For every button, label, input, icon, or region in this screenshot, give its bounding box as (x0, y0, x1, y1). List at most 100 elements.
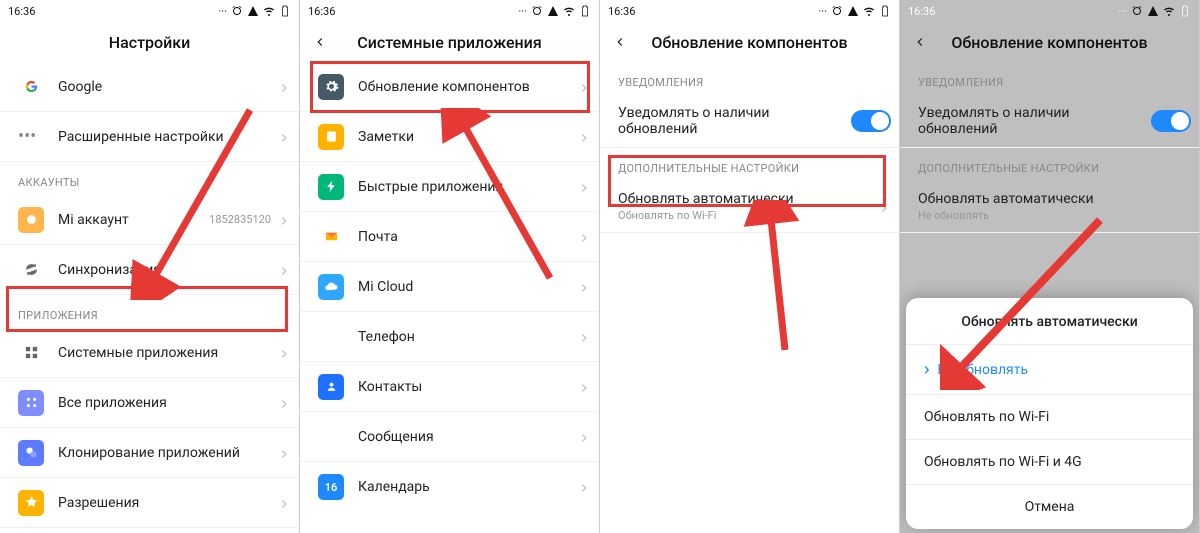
row-notify-updates[interactable]: Уведомлять о наличии обновлений (600, 95, 899, 148)
row-label: Обновлять автоматически (918, 191, 1177, 207)
battery-icon (279, 5, 291, 17)
bottom-sheet: Обновлять автоматически Не обновлять Обн… (906, 298, 1193, 529)
chevron-right-icon (277, 130, 291, 144)
row-calendar[interactable]: 16 Календарь (300, 462, 599, 512)
row-clone-apps[interactable]: Клонирование приложений (0, 428, 299, 478)
phone-icon (318, 324, 344, 350)
cancel-button[interactable]: Отмена (906, 484, 1193, 529)
row-label: Разрешения (58, 495, 277, 511)
option-wifi-4g[interactable]: Обновлять по Wi-Fi и 4G (906, 439, 1193, 484)
row-label: Почта (358, 229, 577, 245)
clock: 16:36 (608, 5, 635, 18)
chevron-right-icon (277, 396, 291, 410)
row-contacts[interactable]: Контакты (300, 362, 599, 412)
chevron-right-icon (577, 230, 591, 244)
row-permissions[interactable]: Разрешения (0, 478, 299, 528)
option-label: Не обновлять (937, 362, 1028, 378)
battery-icon (879, 5, 891, 17)
toggle-on[interactable] (851, 110, 891, 132)
statusbar: 16:36 ··· (0, 0, 299, 22)
chevron-right-icon (277, 346, 291, 360)
panel-system-apps: 16:36 ··· Системные приложения Обновлени… (300, 0, 600, 533)
titlebar: Обновление компонентов (600, 22, 899, 62)
page-title: Обновление компонентов (651, 33, 847, 52)
row-mail[interactable]: Почта (300, 212, 599, 262)
google-icon (18, 74, 44, 100)
row-sync[interactable]: Синхронизация (0, 245, 299, 295)
signal-icon (847, 5, 859, 17)
row-messages[interactable]: Сообщения (300, 412, 599, 462)
panel-settings: 16:36 ··· Настройки Google ••• Расширенн… (0, 0, 300, 533)
row-mi-account[interactable]: Mi аккаунт 1852835120 (0, 195, 299, 245)
battery-icon (1179, 5, 1191, 17)
row-label: Быстрые приложения (358, 179, 577, 195)
mail-icon (318, 224, 344, 250)
row-sublabel: Обновлять по Wi-Fi (618, 209, 877, 222)
row-app-protection[interactable]: Защита приложений (0, 528, 299, 533)
clock: 16:36 (8, 5, 35, 18)
statusbar: 16:36 ··· (900, 0, 1199, 22)
option-label: Обновлять по Wi-Fi (924, 409, 1049, 425)
row-notes[interactable]: Заметки (300, 112, 599, 162)
row-google[interactable]: Google (0, 62, 299, 112)
row-phone[interactable]: Телефон (300, 312, 599, 362)
statusbar: 16:36 ··· (300, 0, 599, 22)
signal-icon (247, 5, 259, 17)
clock: 16:36 (308, 5, 335, 18)
option-no-update[interactable]: Не обновлять (906, 344, 1193, 394)
chevron-right-icon (277, 496, 291, 510)
chevron-right-icon (1177, 200, 1191, 214)
bolt-icon (318, 174, 344, 200)
wifi-icon (263, 5, 275, 17)
panel-auto-update-dialog: 16:36 ··· Обновление компонентов УВЕДОМЛ… (900, 0, 1200, 533)
row-label: Все приложения (58, 395, 277, 411)
row-label: Mi Cloud (358, 279, 577, 295)
back-button[interactable] (910, 32, 930, 52)
section-additional: ДОПОЛНИТЕЛЬНЫЕ НАСТРОЙКИ (900, 148, 1199, 181)
page-title: Обновление компонентов (951, 33, 1147, 52)
back-button[interactable] (610, 32, 630, 52)
mi-account-icon (18, 207, 44, 233)
calendar-icon: 16 (318, 474, 344, 500)
row-label: Google (58, 79, 277, 95)
row-quick-apps[interactable]: Быстрые приложения (300, 162, 599, 212)
section-accounts: АККАУНТЫ (0, 162, 299, 195)
status-icons: ··· (1118, 5, 1191, 18)
chevron-right-icon (577, 280, 591, 294)
row-auto-update[interactable]: Обновлять автоматически Обновлять по Wi-… (600, 181, 899, 233)
row-system-apps[interactable]: Системные приложения (0, 328, 299, 378)
alarm-icon (831, 5, 843, 17)
clock: 16:36 (908, 5, 935, 18)
chevron-right-icon (277, 263, 291, 277)
chevron-right-icon (577, 430, 591, 444)
grid-icon (18, 340, 44, 366)
chevron-right-icon (277, 213, 291, 227)
row-advanced[interactable]: ••• Расширенные настройки (0, 112, 299, 162)
titlebar: Обновление компонентов (900, 22, 1199, 62)
chevron-right-icon (577, 380, 591, 394)
row-all-apps[interactable]: Все приложения (0, 378, 299, 428)
row-label: Mi аккаунт (58, 212, 209, 228)
clone-icon (18, 440, 44, 466)
option-label: Обновлять по Wi-Fi и 4G (924, 454, 1082, 470)
row-notify-updates[interactable]: Уведомлять о наличии обновлений (900, 95, 1199, 148)
row-label: Системные приложения (58, 345, 277, 361)
titlebar: Настройки (0, 22, 299, 62)
status-icons: ··· (218, 5, 291, 18)
contacts-icon (318, 374, 344, 400)
row-label: Контакты (358, 379, 577, 395)
option-wifi[interactable]: Обновлять по Wi-Fi (906, 394, 1193, 439)
row-component-update[interactable]: Обновление компонентов (300, 62, 599, 112)
gear-icon (318, 74, 344, 100)
row-auto-update[interactable]: Обновлять автоматически Не обновлять (900, 181, 1199, 233)
row-label: Уведомлять о наличии обновлений (618, 105, 851, 137)
chevron-right-icon (577, 480, 591, 494)
alarm-icon (531, 5, 543, 17)
toggle-on[interactable] (1151, 110, 1191, 132)
row-mi-cloud[interactable]: Mi Cloud (300, 262, 599, 312)
chevron-right-icon (577, 330, 591, 344)
row-label: Расширенные настройки (58, 129, 277, 145)
sync-icon (18, 257, 44, 283)
panel-component-update: 16:36 ··· Обновление компонентов УВЕДОМЛ… (600, 0, 900, 533)
back-button[interactable] (310, 32, 330, 52)
